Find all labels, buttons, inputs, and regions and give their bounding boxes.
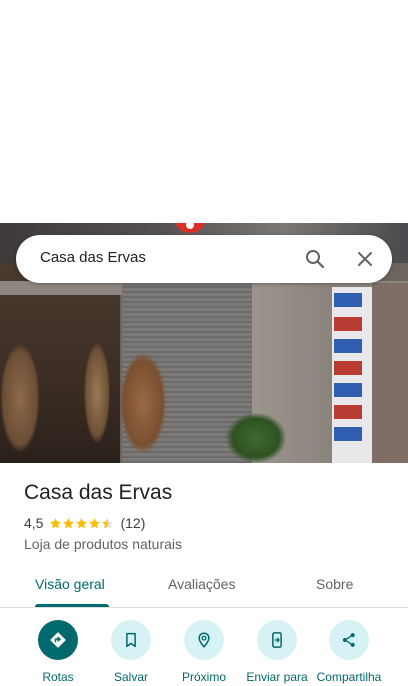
send-to-phone-icon [272, 632, 282, 648]
nearby-icon [198, 632, 210, 648]
blank-area [0, 0, 408, 223]
directions-icon [50, 632, 66, 648]
rating-row[interactable]: 4,5 (12) [24, 515, 145, 531]
directions-button[interactable]: Rotas [18, 620, 98, 684]
tab-indicator [35, 604, 109, 607]
search-icon[interactable] [303, 247, 327, 271]
rating-value: 4,5 [24, 515, 44, 531]
place-category: Loja de produtos naturais [24, 536, 182, 552]
tab-reviews[interactable]: Avaliações [168, 576, 235, 592]
save-button[interactable]: Salvar [91, 620, 171, 684]
review-count[interactable]: (12) [120, 515, 145, 531]
rating-stars [49, 517, 114, 530]
tab-about[interactable]: Sobre [316, 576, 353, 592]
place-title: Casa das Ervas [24, 481, 173, 504]
tab-bar: Visão geral Avaliações Sobre [0, 565, 408, 608]
share-icon [342, 633, 355, 647]
star-icon [76, 517, 88, 528]
close-icon[interactable] [353, 247, 377, 271]
star-icon [63, 517, 75, 528]
star-half-icon [102, 517, 114, 528]
nearby-button[interactable]: Próximo [164, 620, 244, 684]
share-button[interactable]: Compartilha [309, 620, 389, 684]
star-icon [89, 517, 101, 528]
search-bar[interactable]: Casa das Ervas [16, 235, 392, 283]
search-input[interactable]: Casa das Ervas [40, 249, 146, 266]
star-icon [50, 517, 62, 528]
action-bar: Rotas Salvar Próximo Enviar para Compart… [0, 620, 408, 686]
bookmark-icon [126, 632, 136, 648]
tab-overview[interactable]: Visão geral [35, 576, 105, 592]
send-to-phone-button[interactable]: Enviar para [237, 620, 317, 684]
